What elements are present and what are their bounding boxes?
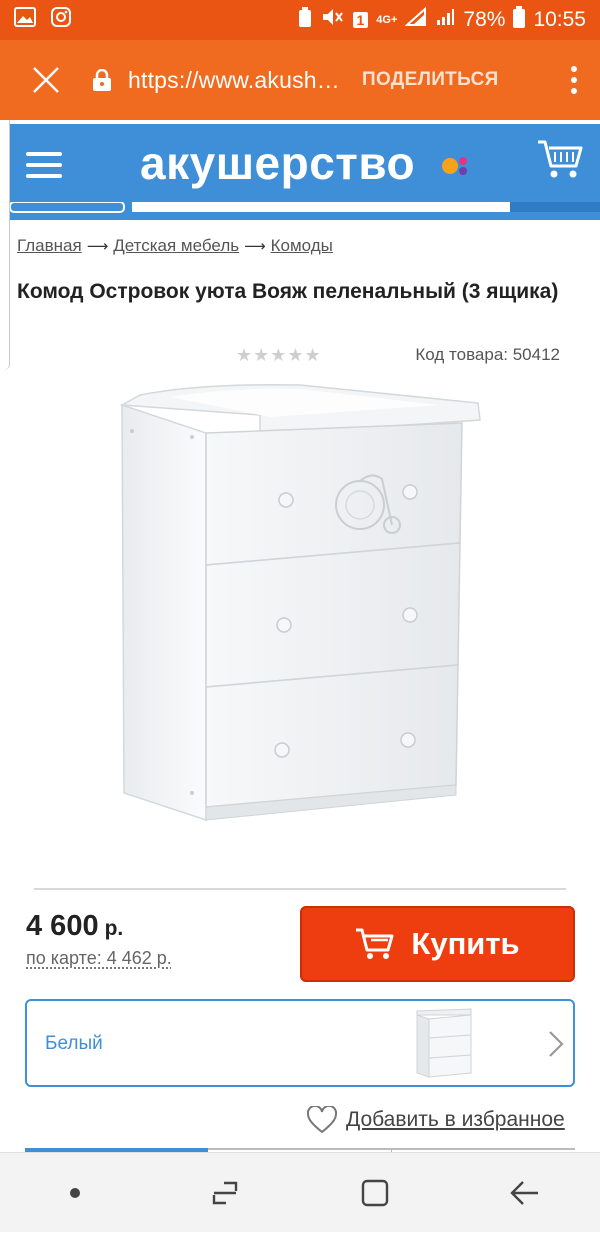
home-icon [361, 1179, 389, 1206]
breadcrumb-home-link[interactable]: Главная [17, 236, 82, 256]
share-button[interactable]: ПОДЕЛИТЬСЯ [362, 69, 499, 91]
web-page: акушерство Главная ⟶ Детская мебель ⟶ Ко… [0, 120, 600, 1152]
rating-stars[interactable]: ★★★★★ [236, 345, 322, 366]
cart-icon[interactable] [536, 138, 584, 182]
recent-apps-button[interactable] [150, 1153, 300, 1233]
buy-button-label: Купить [411, 926, 520, 961]
product-title: Комод Островок уюта Вояж пеленальный (3 … [17, 280, 559, 303]
variant-label: Белый [45, 1033, 103, 1054]
recent-apps-icon [212, 1181, 238, 1204]
cart-icon [356, 928, 394, 959]
instagram-notification-icon [50, 6, 72, 34]
product-image[interactable] [110, 375, 490, 835]
side-panel-edge[interactable] [0, 120, 10, 370]
price-value: 4 600 [26, 910, 99, 942]
lock-icon [93, 69, 111, 91]
browser-toolbar: https://www.akush… ПОДЕЛИТЬСЯ [0, 40, 600, 120]
menu-dot [571, 88, 577, 94]
url-field[interactable]: https://www.akush… [128, 67, 338, 94]
signal-secondary-icon [435, 7, 455, 33]
breadcrumb-separator: ⟶ [244, 238, 266, 255]
breadcrumb-kids-furniture-link[interactable]: Детская мебель [113, 236, 239, 256]
back-button[interactable] [450, 1153, 600, 1233]
signal-icon [404, 6, 427, 33]
menu-dot [571, 66, 577, 72]
battery-icon [513, 6, 526, 34]
site-header: акушерство [10, 124, 600, 220]
more-menu-button[interactable] [548, 66, 600, 94]
color-variant-selector[interactable]: Белый [25, 999, 575, 1087]
favorites-label: Добавить в избранное [346, 1108, 565, 1131]
network-type-label: 4G+ [376, 14, 398, 26]
menu-line [26, 174, 62, 178]
battery-percent: 78% [463, 8, 506, 31]
section-divider [34, 888, 566, 890]
card-price-link[interactable]: по карте: 4 462 р. [26, 948, 172, 969]
nav-dot-button[interactable] [0, 1153, 150, 1233]
product-code: Код товара: 50412 [415, 345, 560, 364]
heart-icon [306, 1106, 338, 1134]
close-icon [33, 67, 59, 93]
back-arrow-icon [510, 1180, 538, 1205]
site-logo[interactable]: акушерство [140, 136, 415, 190]
add-to-favorites-link[interactable]: Добавить в избранное [306, 1106, 565, 1134]
price-currency: р. [104, 917, 124, 940]
menu-dot [571, 77, 577, 83]
clock: 10:55 [533, 8, 586, 31]
sim-slot-badge: 1 [352, 12, 369, 28]
product-price: 4 600 р. [26, 910, 123, 943]
dot-icon [70, 1187, 80, 1198]
breadcrumb-separator: ⟶ [86, 238, 109, 255]
gallery-notification-icon [14, 7, 36, 33]
menu-line [26, 152, 62, 156]
data-saver-icon [297, 6, 313, 34]
breadcrumb-dressers-link[interactable]: Комоды [271, 236, 333, 256]
buy-button[interactable]: Купить [300, 906, 575, 982]
mute-icon [321, 7, 345, 33]
search-bar-edge[interactable] [10, 202, 600, 216]
breadcrumb: Главная ⟶ Детская мебель ⟶ Комоды [17, 236, 333, 256]
system-navigation-bar [0, 1152, 600, 1232]
hamburger-menu-button[interactable] [26, 152, 62, 178]
logo-dots-icon [442, 157, 467, 175]
status-bar: 1 4G+ 78% 10:55 [0, 0, 600, 40]
home-button[interactable] [300, 1153, 450, 1233]
variant-thumbnail [416, 1008, 472, 1078]
chevron-right-icon [549, 1031, 564, 1057]
menu-line [26, 163, 62, 167]
close-tab-button[interactable] [0, 40, 92, 120]
